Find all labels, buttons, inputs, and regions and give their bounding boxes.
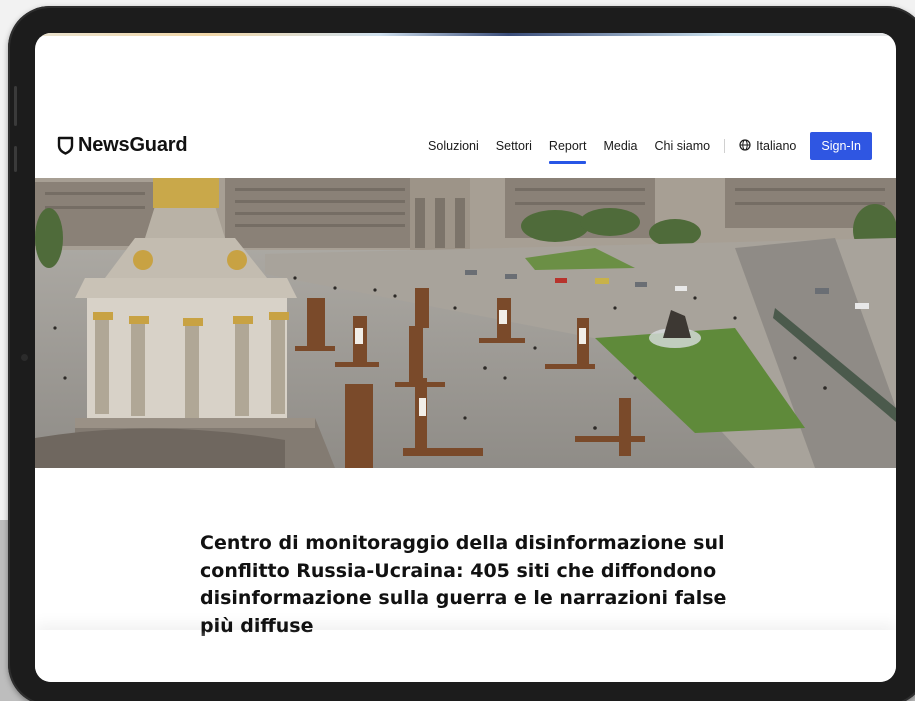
nav-item-soluzioni[interactable]: Soluzioni xyxy=(428,132,479,160)
nav-item-media[interactable]: Media xyxy=(603,132,637,160)
globe-icon xyxy=(739,138,751,154)
previous-page-strip xyxy=(35,33,896,36)
volume-button xyxy=(14,86,17,126)
camera-icon xyxy=(21,354,28,361)
language-selector[interactable]: Italiano xyxy=(739,132,796,160)
kyiv-maidan-square-photo xyxy=(35,178,896,468)
nav-divider xyxy=(724,139,726,153)
main-nav: Soluzioni Settori Report Media Chi siamo… xyxy=(428,132,872,164)
shield-icon xyxy=(57,136,74,155)
nav-item-chi-siamo[interactable]: Chi siamo xyxy=(655,132,711,160)
language-label: Italiano xyxy=(756,139,797,153)
sign-in-button[interactable]: Sign-In xyxy=(810,132,872,160)
bottom-fade xyxy=(35,630,896,682)
hero-image xyxy=(35,178,896,468)
article-title[interactable]: Centro di monitoraggio della disinformaz… xyxy=(200,530,740,640)
site-header: NewsGuard Soluzioni Settori Report Media… xyxy=(35,125,896,177)
nav-item-report[interactable]: Report xyxy=(548,132,586,164)
newsguard-logo[interactable]: NewsGuard xyxy=(57,134,188,157)
logo-text: NewsGuard xyxy=(78,134,188,156)
nav-item-settori[interactable]: Settori xyxy=(496,132,532,160)
side-button xyxy=(14,146,17,172)
tablet-screen: NewsGuard Soluzioni Settori Report Media… xyxy=(35,33,896,682)
